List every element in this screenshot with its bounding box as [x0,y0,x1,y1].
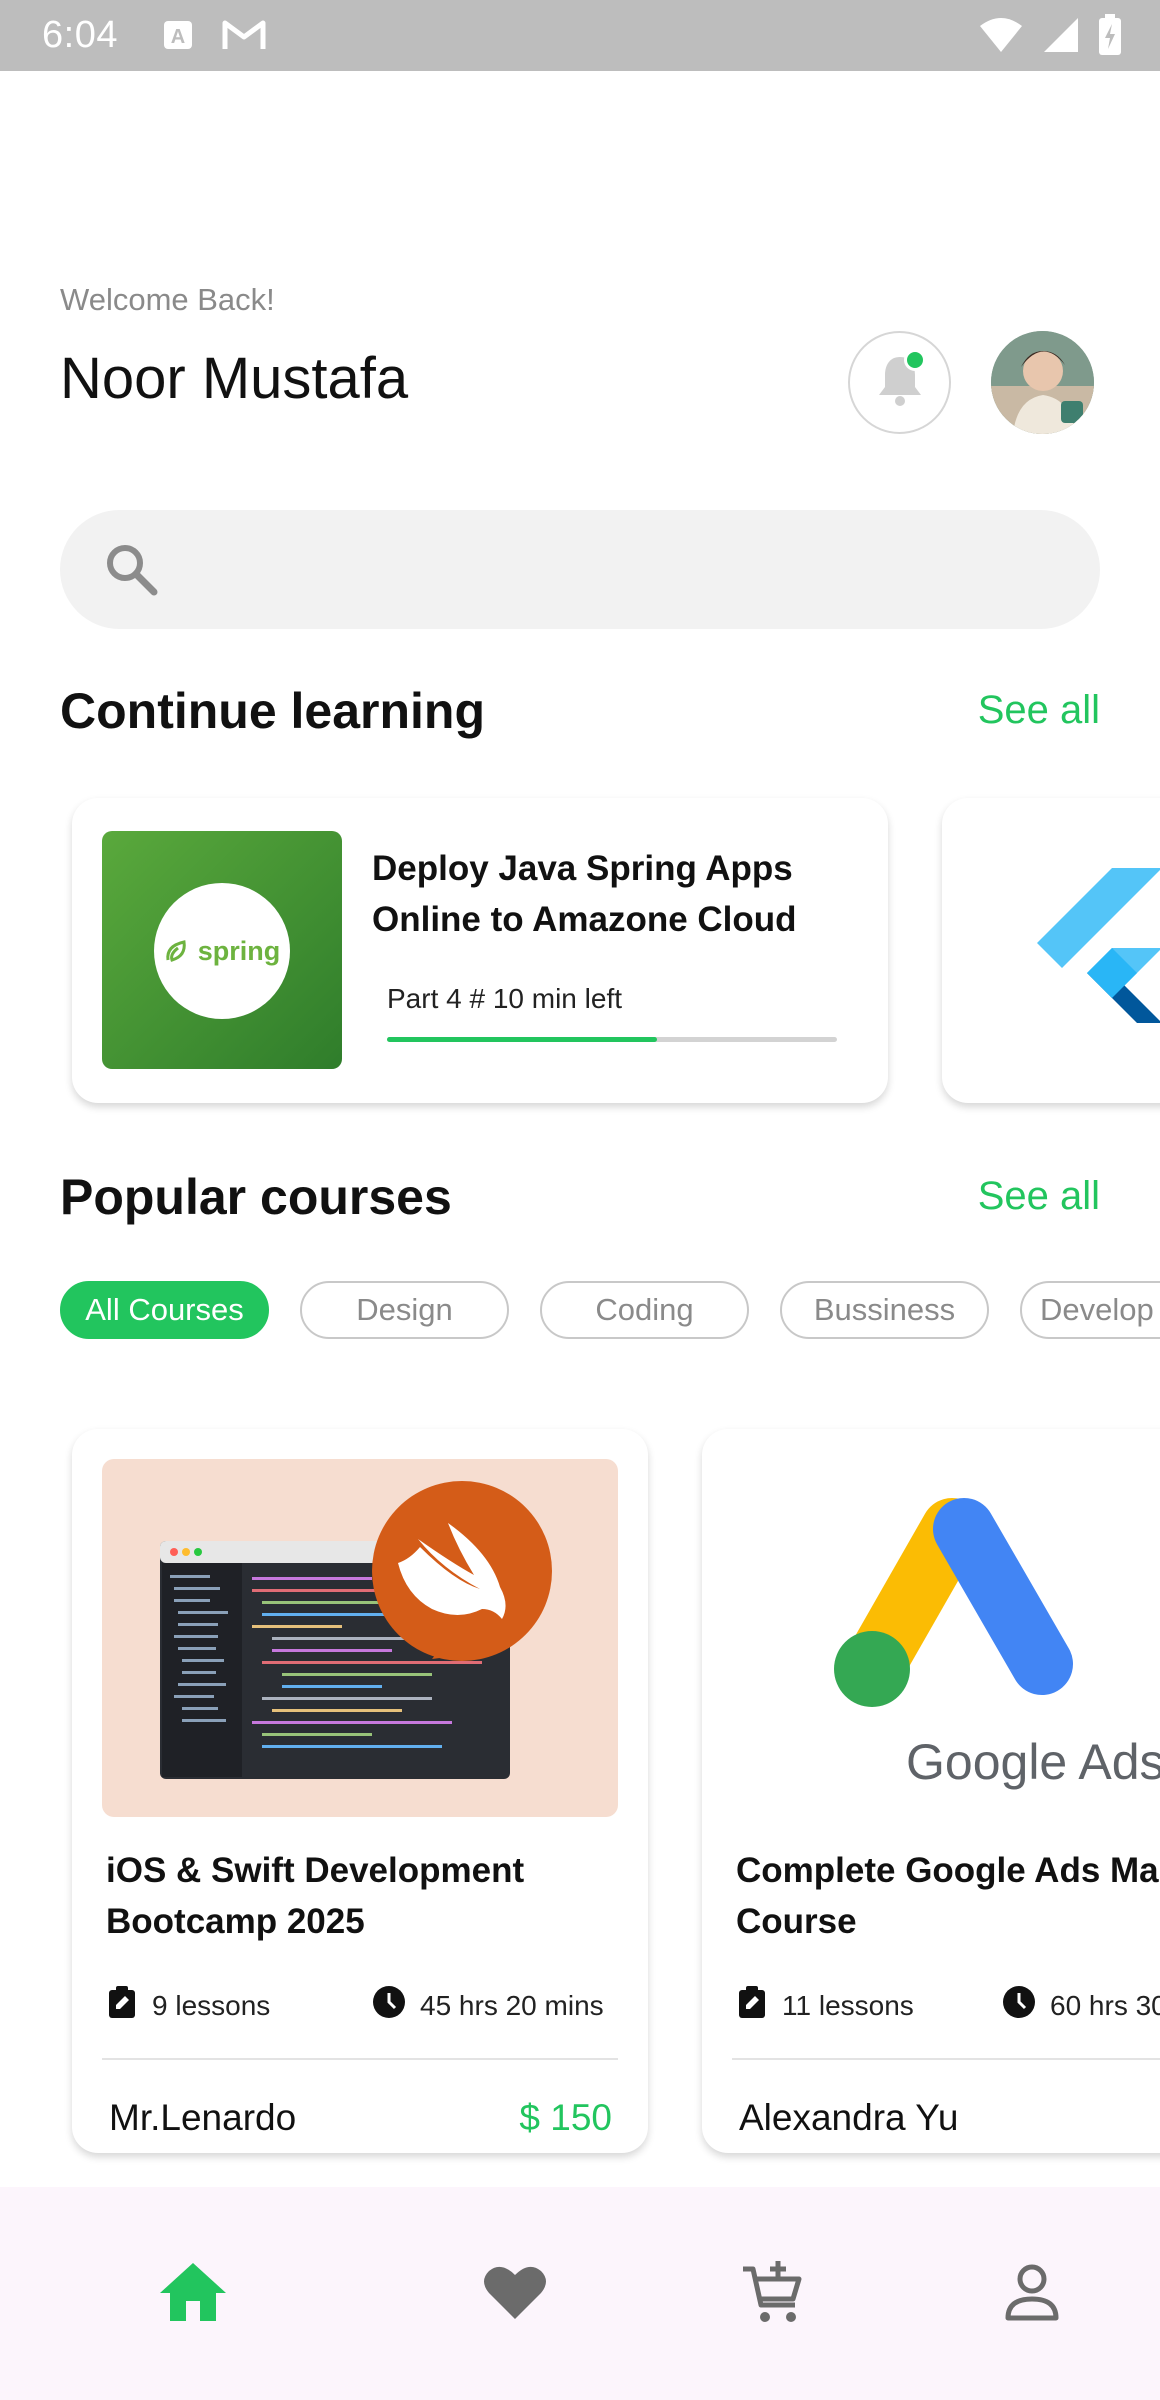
spring-logo-text: spring [197,935,281,966]
status-time: 6:04 [42,14,118,56]
card-divider [102,2058,618,2060]
nav-cart[interactable] [728,2249,818,2339]
svg-text:A: A [171,26,185,48]
course-image [102,1459,618,1817]
cart-icon [741,2259,805,2330]
flutter-logo [1022,868,1160,1043]
clock-icon [1002,1985,1036,2026]
battery-icon [1098,14,1122,61]
spring-logo: spring [154,883,290,1019]
wifi-icon [978,16,1024,59]
cellular-signal-icon [1042,16,1080,59]
status-bar: 6:04 A [0,0,1160,71]
course-title: Complete Google Ads Mastery Course [736,1851,1160,1941]
category-chip-bussiness[interactable]: Bussiness [780,1281,989,1339]
course-duration: 60 hrs 30 [1002,1985,1160,2026]
google-ads-logo-text: Google Ads [906,1734,1160,1790]
spring-leaf-icon [166,940,186,962]
progress-label: Part 4 # 10 min left [387,983,623,1014]
category-chip-develop[interactable]: Develop [1020,1281,1160,1339]
keyboard-notification-icon: A [162,17,194,58]
welcome-text: Welcome Back! [60,282,275,317]
course-price: $ 150 [519,2097,612,2138]
user-name: Noor Mustafa [60,346,409,411]
card-divider [732,2058,1160,2060]
course-duration: 45 hrs 20 mins [372,1985,604,2026]
nav-profile[interactable] [987,2249,1077,2339]
popular-courses-see-all-link[interactable]: See all [978,1174,1100,1219]
progress-fill [387,1037,657,1042]
course-thumbnail: spring [102,831,342,1069]
continue-learning-see-all-link[interactable]: See all [978,688,1100,733]
notifications-button[interactable] [848,331,951,434]
continue-learning-card[interactable]: spring Deploy Java Spring Apps Online to… [72,798,888,1103]
course-card-ios-swift[interactable]: iOS & Swift Development Bootcamp 2025 9 … [72,1429,648,2153]
course-author: Alexandra Yu [739,2097,959,2138]
course-image: Google Ads [732,1459,1160,1817]
course-title: iOS & Swift Development Bootcamp 2025 [106,1851,525,1941]
app-screen: 6:04 A Welcome Back! Noor Mustafa Contin… [0,0,1160,2400]
progress-track [387,1037,837,1042]
bottom-navigation [0,2187,1160,2400]
popular-courses-title: Popular courses [60,1169,452,1225]
duration-text: 60 hrs 30 [1050,1989,1160,2021]
continue-course-title: Deploy Java Spring Apps Online to Amazon… [372,849,797,939]
lessons-icon [106,1985,138,2026]
course-lessons: 11 lessons [736,1985,914,2026]
avatar[interactable] [991,331,1094,434]
lessons-count: 11 lessons [782,1989,914,2021]
heart-icon [483,2263,547,2326]
home-icon [158,2261,228,2328]
gmail-notification-icon [221,17,267,58]
continue-learning-title: Continue learning [60,683,485,739]
profile-icon [1004,2263,1060,2326]
search-icon [102,540,160,603]
search-input[interactable] [180,530,1060,610]
lessons-count: 9 lessons [152,1989,271,2021]
search-bar[interactable] [60,510,1100,629]
category-chip-all-courses[interactable]: All Courses [60,1281,269,1339]
continue-learning-card-next[interactable] [942,798,1160,1103]
clock-icon [372,1985,406,2026]
status-indicators [978,14,1122,61]
category-chip-coding[interactable]: Coding [540,1281,749,1339]
course-lessons: 9 lessons [106,1985,270,2026]
notification-badge [904,349,926,371]
nav-favorites[interactable] [470,2249,560,2339]
course-card-google-ads[interactable]: Google Ads Complete Google Ads Mastery C… [702,1429,1160,2153]
duration-text: 45 hrs 20 mins [420,1989,604,2021]
category-chip-design[interactable]: Design [300,1281,509,1339]
course-author: Mr.Lenardo [109,2097,297,2138]
nav-home[interactable] [148,2249,238,2339]
lessons-icon [736,1985,768,2026]
